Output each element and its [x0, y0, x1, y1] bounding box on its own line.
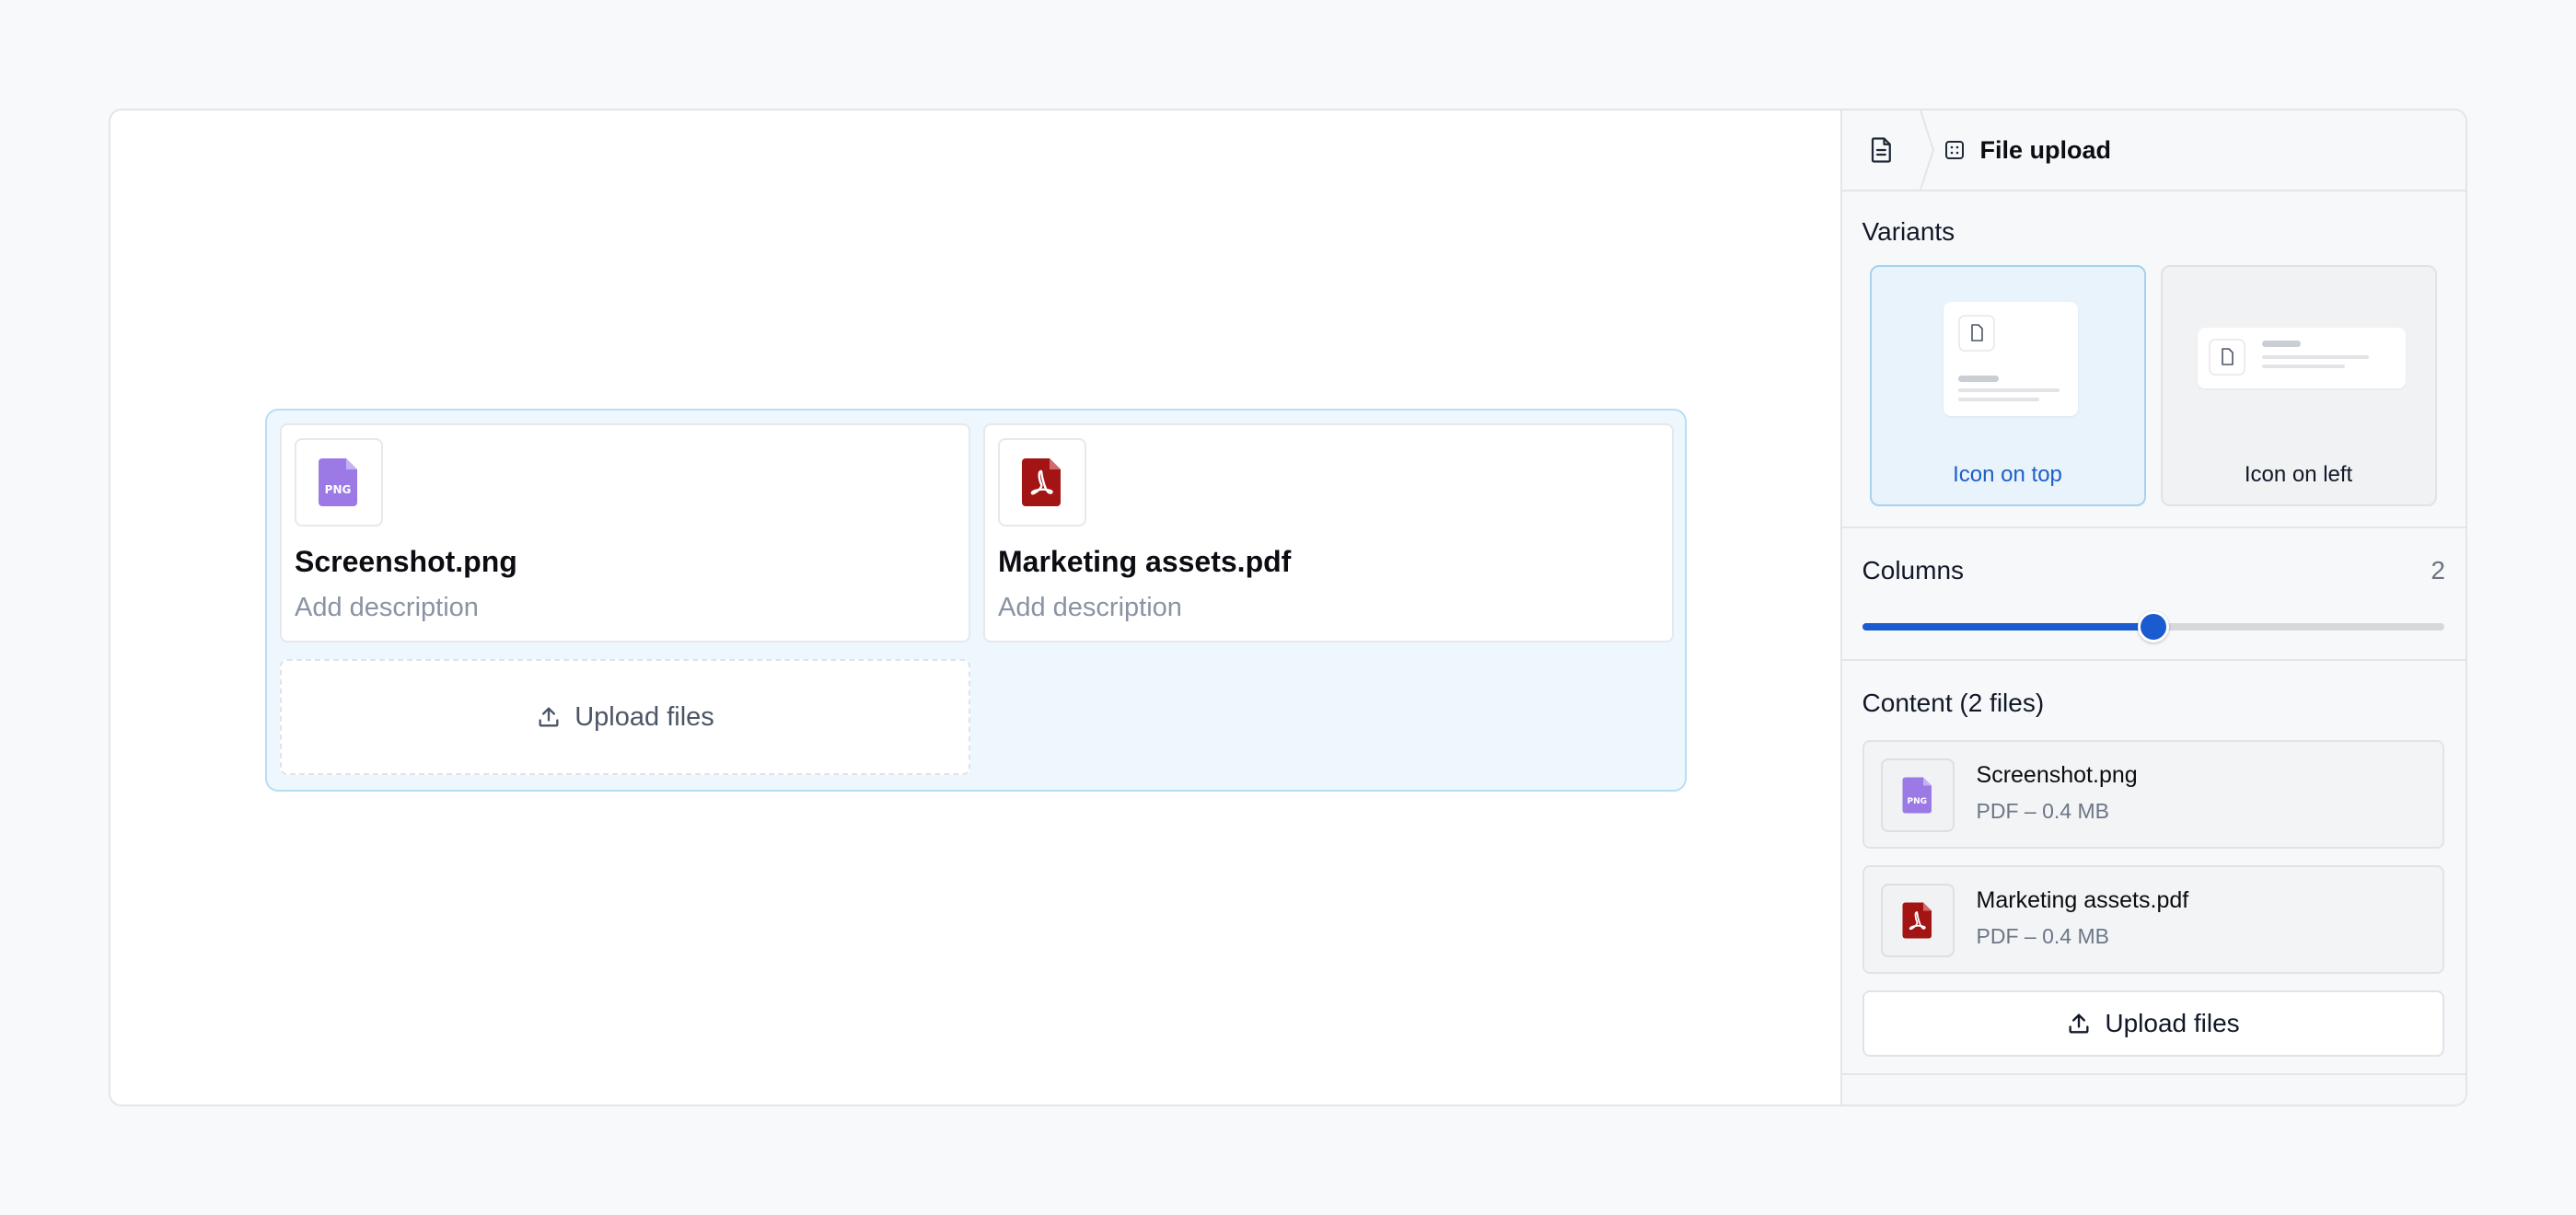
pdf-file-icon: [1880, 884, 1955, 957]
upload-files-label: Upload files: [574, 701, 714, 732]
file-upload-block[interactable]: PNG Screenshot.png Add description Marke…: [265, 409, 1687, 792]
variants-section: Variants Icon on top Icon on left: [1841, 191, 2466, 528]
content-file-meta: PDF – 0.4 MB: [1976, 799, 2109, 823]
file-icon: [2208, 339, 2245, 376]
file-card[interactable]: Marketing assets.pdf Add description: [983, 423, 1674, 642]
content-file-name: Screenshot.png: [1976, 762, 2138, 788]
file-name[interactable]: Marketing assets.pdf: [998, 545, 1291, 579]
png-badge-text: PNG: [325, 483, 352, 496]
app-frame: PNG Screenshot.png Add description Marke…: [109, 109, 2467, 1106]
breadcrumb-title: File upload: [1979, 135, 2112, 164]
slider-fill: [1862, 623, 2153, 631]
upload-icon: [539, 707, 559, 727]
slider-thumb[interactable]: [2137, 611, 2169, 642]
content-file-name: Marketing assets.pdf: [1976, 887, 2189, 913]
variant-preview-left: [2197, 328, 2406, 388]
upload-files-label: Upload files: [2105, 1009, 2240, 1037]
properties-panel: File upload Variants Icon on top Icon on…: [1839, 110, 2466, 1105]
columns-section: Columns 2: [1841, 528, 2466, 661]
content-file-item[interactable]: PNG Screenshot.png PDF – 0.4 MB: [1862, 740, 2444, 849]
png-file-icon: PNG: [1880, 758, 1955, 832]
preview-canvas: PNG Screenshot.png Add description Marke…: [110, 110, 1840, 1105]
variant-preview-top: [1943, 302, 2078, 416]
file-name[interactable]: Screenshot.png: [295, 545, 517, 579]
breadcrumb-document[interactable]: [1842, 110, 1934, 190]
columns-value: 2: [2431, 556, 2445, 584]
pdf-file-icon: [998, 438, 1086, 526]
file-description-placeholder[interactable]: Add description: [998, 593, 1182, 623]
variant-icon-on-top[interactable]: Icon on top: [1869, 265, 2146, 506]
file-description-placeholder[interactable]: Add description: [295, 593, 479, 623]
upload-files-dropzone[interactable]: Upload files: [280, 659, 970, 775]
content-section: Content (2 files) PNG Screenshot.png PDF…: [1841, 661, 2466, 1075]
document-icon: [1871, 137, 1891, 163]
component-grid-icon: [1944, 141, 1964, 159]
variants-label: Variants: [1862, 217, 1955, 246]
png-file-icon: PNG: [295, 438, 383, 526]
content-file-meta: PDF – 0.4 MB: [1976, 924, 2109, 948]
png-badge-text: PNG: [1907, 797, 1927, 806]
content-file-item[interactable]: Marketing assets.pdf PDF – 0.4 MB: [1862, 865, 2444, 974]
upload-files-button[interactable]: Upload files: [1862, 990, 2444, 1057]
columns-label: Columns: [1862, 556, 1965, 584]
upload-icon: [2069, 1013, 2089, 1034]
file-card[interactable]: PNG Screenshot.png Add description: [280, 423, 970, 642]
variant-label: Icon on left: [2244, 462, 2353, 487]
breadcrumb-separator: [1919, 110, 1934, 190]
file-icon: [1957, 315, 1995, 352]
variant-label: Icon on top: [1953, 462, 2062, 487]
content-label: Content (2 files): [1862, 688, 2045, 717]
columns-slider[interactable]: [1862, 611, 2444, 642]
breadcrumb-current[interactable]: File upload: [1944, 135, 2112, 165]
breadcrumb: File upload: [1841, 110, 2466, 191]
variant-icon-on-left[interactable]: Icon on left: [2160, 265, 2437, 506]
